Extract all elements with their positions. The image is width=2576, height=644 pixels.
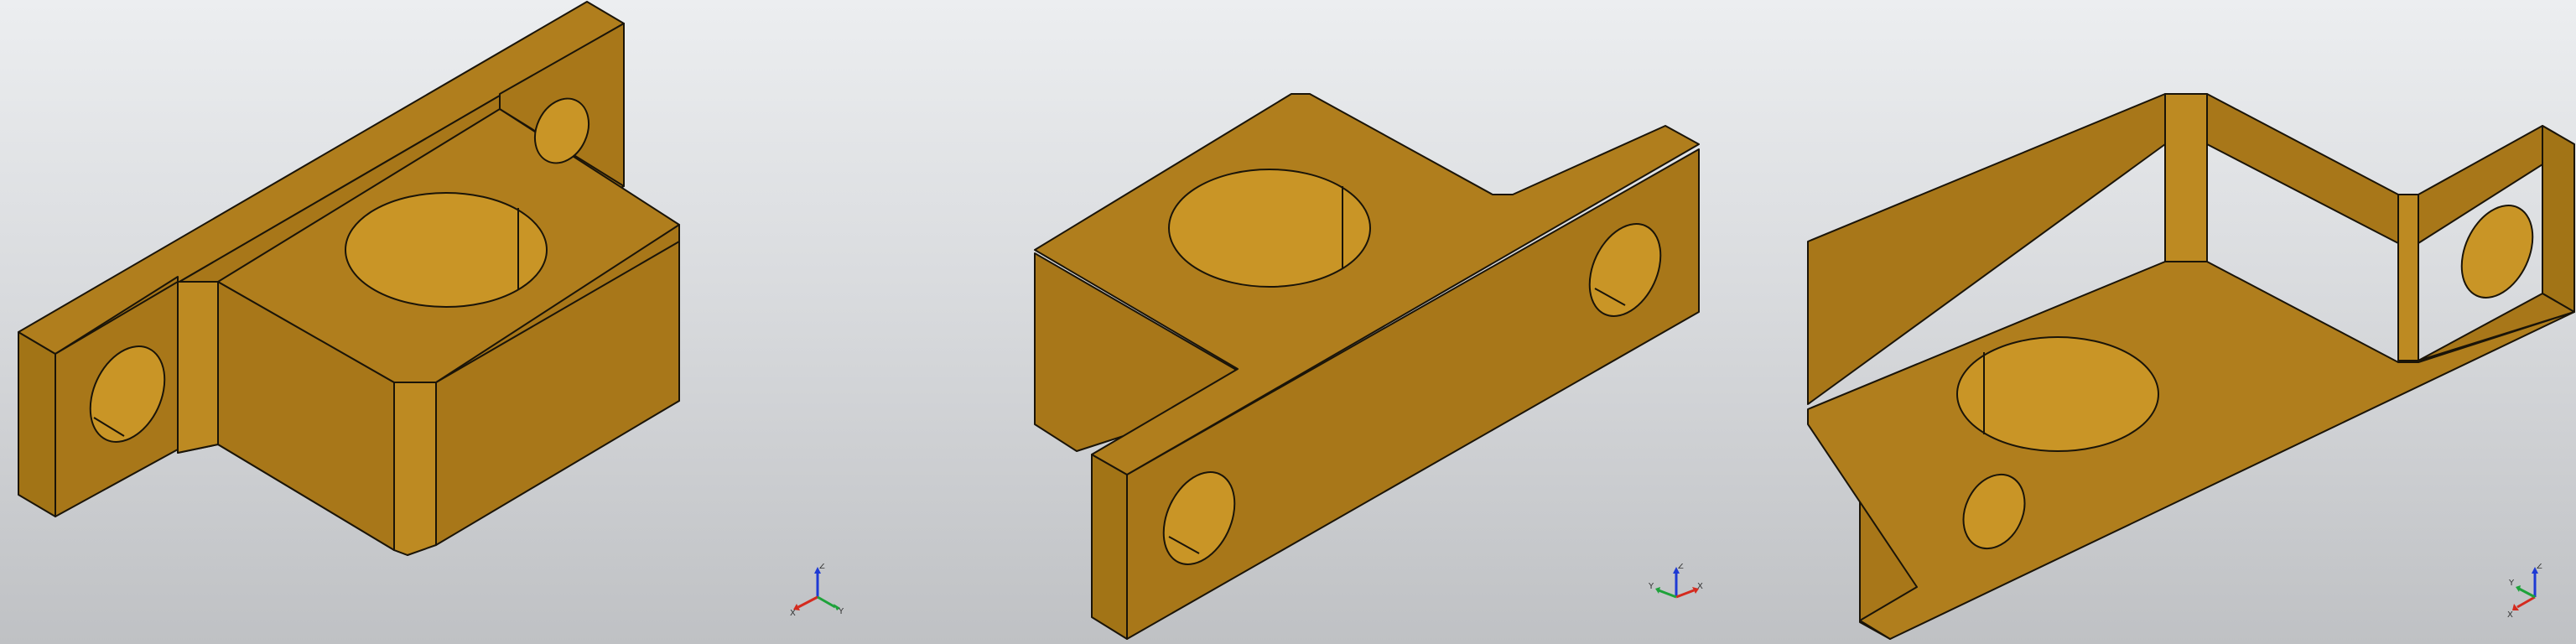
bracket-model-view-2[interactable] [859, 0, 1717, 644]
axis-triad-2: Z X Y [1648, 564, 1703, 599]
axis-y-label: Y [838, 607, 844, 616]
axis-y-label: Y [1648, 582, 1654, 591]
bracket-model-view-3[interactable] [1717, 0, 2576, 644]
bracket-model-view-1[interactable] [0, 0, 859, 644]
axis-triad-1: Z Y X [790, 564, 844, 618]
axis-x-label: X [790, 609, 796, 618]
axis-z-label: Z [1678, 564, 1684, 571]
axis-triad-3: Z Y X [2507, 564, 2542, 620]
viewport-1[interactable]: Z Y X [0, 0, 859, 644]
cad-viewports: Z Y X Z X Y Z Y X [0, 0, 2576, 644]
axis-x-label: X [2507, 610, 2513, 620]
viewport-3[interactable]: Z Y X [1717, 0, 2576, 644]
axis-y-label: Y [2508, 579, 2515, 588]
axis-z-label: Z [819, 564, 825, 571]
axis-x-label: X [1697, 582, 1703, 591]
axis-z-label: Z [2537, 564, 2542, 571]
viewport-2[interactable]: Z X Y [859, 0, 1717, 644]
